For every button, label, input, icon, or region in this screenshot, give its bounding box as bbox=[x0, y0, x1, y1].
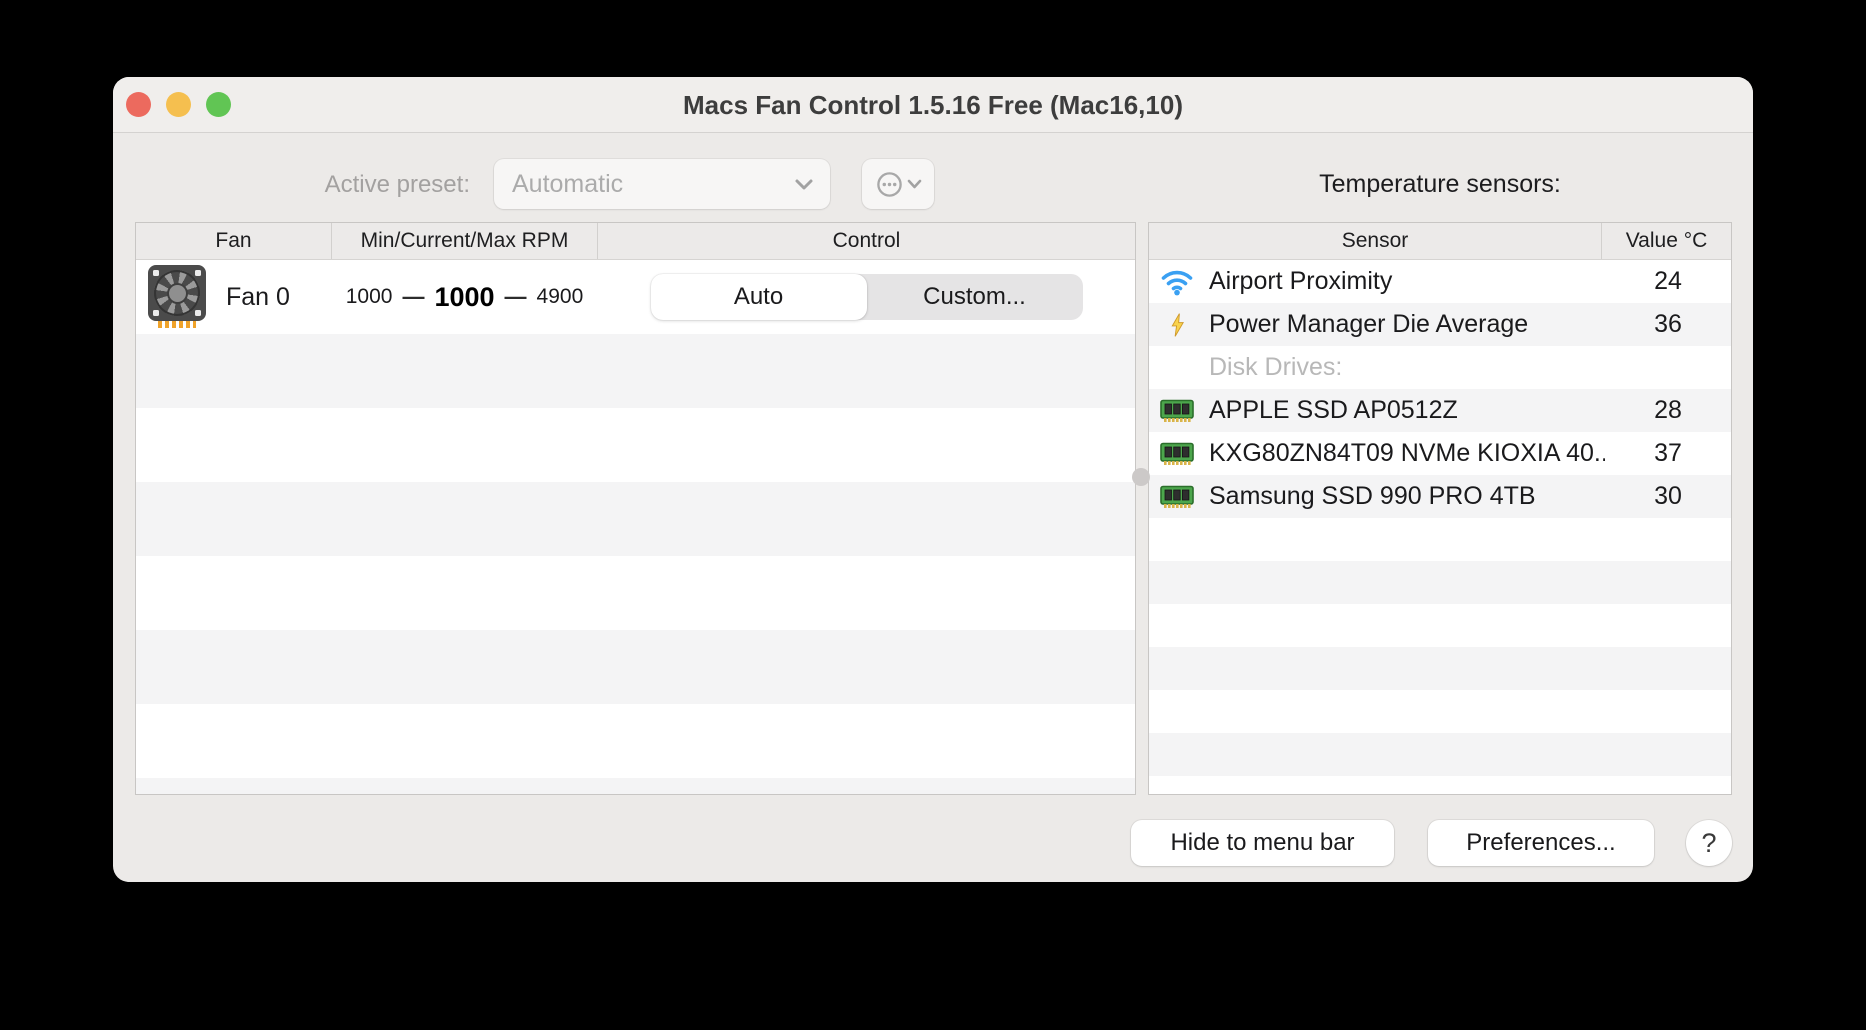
sensor-value: 24 bbox=[1654, 267, 1682, 295]
fan-cell: Fan 0 bbox=[136, 265, 331, 329]
wifi-icon bbox=[1159, 267, 1195, 296]
table-row[interactable]: KXG80ZN84T09 NVMe KIOXIA 40... 37 bbox=[1149, 432, 1731, 475]
rpm-separator: — bbox=[504, 284, 527, 309]
chevron-down-icon bbox=[907, 179, 922, 189]
preset-actions-button[interactable] bbox=[862, 159, 934, 209]
sensor-value: 28 bbox=[1654, 396, 1682, 424]
sensor-table-header: Sensor Value °C bbox=[1149, 223, 1731, 260]
table-row[interactable]: Power Manager Die Average 36 bbox=[1149, 303, 1731, 346]
sensor-value: 30 bbox=[1654, 482, 1682, 510]
fan-table-header: Fan Min/Current/Max RPM Control bbox=[136, 223, 1135, 260]
fan-connector-pins bbox=[158, 321, 196, 328]
titlebar: Macs Fan Control 1.5.16 Free (Mac16,10) bbox=[113, 77, 1753, 133]
column-header-fan[interactable]: Fan bbox=[136, 223, 331, 259]
rpm-separator: — bbox=[402, 284, 425, 309]
column-header-value[interactable]: Value °C bbox=[1601, 223, 1731, 259]
app-window: Macs Fan Control 1.5.16 Free (Mac16,10) … bbox=[113, 77, 1753, 882]
help-button[interactable]: ? bbox=[1686, 820, 1732, 866]
custom-control-button[interactable]: Custom... bbox=[867, 274, 1083, 320]
active-preset-label: Active preset: bbox=[324, 171, 470, 198]
table-row[interactable]: Samsung SSD 990 PRO 4TB 30 bbox=[1149, 475, 1731, 518]
fan-table-rows: Fan 0 1000 — 1000 — 4900 Auto Custom... bbox=[136, 260, 1135, 794]
fan-table: Fan Min/Current/Max RPM Control Fan 0 10… bbox=[135, 222, 1136, 795]
table-row[interactable]: Fan 0 1000 — 1000 — 4900 Auto Custom... bbox=[136, 260, 1135, 334]
circle-ellipsis-icon bbox=[875, 170, 904, 199]
hide-to-menu-bar-button[interactable]: Hide to menu bar bbox=[1131, 820, 1394, 866]
lightning-icon bbox=[1159, 312, 1195, 338]
preferences-button[interactable]: Preferences... bbox=[1428, 820, 1654, 866]
column-header-control[interactable]: Control bbox=[598, 223, 1135, 259]
control-cell: Auto Custom... bbox=[598, 274, 1135, 320]
preset-dropdown-value: Automatic bbox=[512, 169, 624, 198]
fan-name: Fan 0 bbox=[226, 282, 290, 311]
sensor-value: 37 bbox=[1654, 439, 1682, 467]
sensor-name: Power Manager Die Average bbox=[1209, 310, 1529, 338]
sensor-name: Samsung SSD 990 PRO 4TB bbox=[1209, 482, 1536, 510]
preset-dropdown[interactable]: Automatic bbox=[494, 159, 830, 209]
sensor-name: KXG80ZN84T09 NVMe KIOXIA 40... bbox=[1209, 439, 1605, 467]
max-rpm: 4900 bbox=[536, 285, 584, 308]
table-row[interactable]: Airport Proximity 24 bbox=[1149, 260, 1731, 303]
memory-icon bbox=[1159, 484, 1195, 510]
auto-control-button[interactable]: Auto bbox=[650, 274, 867, 320]
table-section-row: Disk Drives: bbox=[1149, 346, 1731, 389]
section-label: Disk Drives: bbox=[1209, 353, 1343, 381]
sensor-value: 36 bbox=[1654, 310, 1682, 338]
chevron-down-icon bbox=[794, 178, 814, 191]
fan-control-segmented: Auto Custom... bbox=[650, 274, 1083, 320]
pane-splitter-handle[interactable] bbox=[1132, 468, 1150, 486]
sensor-name: Airport Proximity bbox=[1209, 267, 1393, 295]
window-title: Macs Fan Control 1.5.16 Free (Mac16,10) bbox=[683, 90, 1183, 120]
rpm-cell: 1000 — 1000 — 4900 bbox=[331, 282, 598, 313]
fan-icon bbox=[148, 265, 206, 329]
current-rpm: 1000 bbox=[434, 281, 495, 312]
sensor-name: APPLE SSD AP0512Z bbox=[1209, 396, 1458, 424]
min-rpm: 1000 bbox=[345, 285, 393, 308]
memory-icon bbox=[1159, 441, 1195, 467]
sensor-table: Sensor Value °C Airport Proximity 24 Pow… bbox=[1148, 222, 1732, 795]
table-row[interactable]: APPLE SSD AP0512Z 28 bbox=[1149, 389, 1731, 432]
sensor-table-rows: Airport Proximity 24 Power Manager Die A… bbox=[1149, 260, 1731, 794]
temperature-sensors-label: Temperature sensors: bbox=[1319, 170, 1561, 198]
column-header-rpm[interactable]: Min/Current/Max RPM bbox=[331, 223, 598, 259]
memory-icon bbox=[1159, 398, 1195, 424]
column-header-sensor[interactable]: Sensor bbox=[1149, 223, 1601, 259]
